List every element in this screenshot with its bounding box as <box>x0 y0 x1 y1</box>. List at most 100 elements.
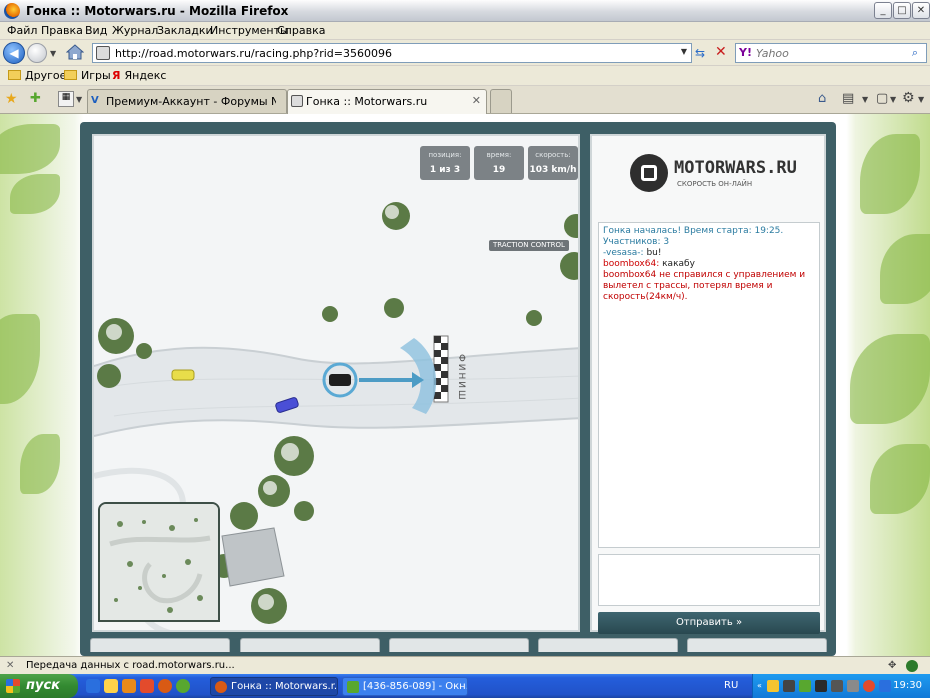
close-button[interactable]: ✕ <box>912 2 930 19</box>
bookmark-games[interactable]: Игры <box>64 69 111 82</box>
taskbar-item-window[interactable]: [436-856-089] - Окн... <box>342 677 468 696</box>
folder-icon <box>64 70 77 80</box>
tray-icq-icon[interactable] <box>799 680 811 692</box>
quicklaunch-firefox-icon[interactable] <box>158 679 172 693</box>
minimize-button[interactable]: _ <box>874 2 892 19</box>
gear-icon[interactable]: ⚙ <box>902 90 915 106</box>
menu-history[interactable]: Журнал <box>112 24 158 37</box>
race-track-canvas[interactable]: ФИНИШ позиция: 1 из 3 время: 19 скорость… <box>92 134 580 632</box>
star-icon[interactable]: ★ <box>5 91 18 107</box>
addon-icon[interactable]: ✥ <box>888 660 900 672</box>
menu-edit[interactable]: Правка <box>41 24 83 37</box>
new-tab-button[interactable] <box>490 89 512 113</box>
chat-input[interactable] <box>598 554 820 606</box>
bookmark-yandex[interactable]: Я Яндекс <box>112 69 166 82</box>
leaf-decoration <box>880 234 930 304</box>
tray-app-icon[interactable] <box>815 680 827 692</box>
yahoo-icon: Y! <box>739 46 752 59</box>
tray-app-icon[interactable] <box>863 680 875 692</box>
tab-race[interactable]: Гонка :: Motorwars.ru ✕ <box>287 89 487 114</box>
status-close-icon[interactable]: ✕ <box>6 660 14 671</box>
minimap-scene <box>100 504 218 620</box>
search-box[interactable]: Y! ⌕ <box>735 43 927 63</box>
menu-view[interactable]: Вид <box>85 24 107 37</box>
hud-speed: скорость: 103 km/h <box>528 146 578 180</box>
menu-bookmarks[interactable]: Закладки <box>157 24 213 37</box>
tray-volume-icon[interactable] <box>847 680 859 692</box>
firefox-icon <box>4 3 20 19</box>
home-icon[interactable] <box>66 44 84 60</box>
tab-grid-icon[interactable]: ▦ <box>58 91 74 107</box>
leaf-decoration <box>860 134 920 214</box>
navigation-toolbar: ◀ ▼ http://road.motorwars.ru/racing.php?… <box>0 40 930 66</box>
motorwars-logo[interactable]: MOTORWARS.RU СКОРОСТЬ ОН-ЛАЙН <box>630 154 797 194</box>
tray-app-icon[interactable] <box>783 680 795 692</box>
menu-file[interactable]: Файл <box>7 24 37 37</box>
quicklaunch-app-icon[interactable] <box>140 679 154 693</box>
folder-icon <box>8 70 21 80</box>
quicklaunch-folder-icon[interactable] <box>104 679 118 693</box>
url-dropdown-icon[interactable]: ▼ <box>681 47 687 56</box>
hud-position: позиция: 1 из 3 <box>420 146 470 180</box>
status-bar: ✕ Передача данных с road.motorwars.ru...… <box>0 656 930 674</box>
game-frame: ФИНИШ позиция: 1 из 3 время: 19 скорость… <box>80 122 836 656</box>
chat-log[interactable]: Гонка началась! Время старта: 19:25. Уча… <box>598 222 820 548</box>
menu-help[interactable]: Справка <box>277 24 325 37</box>
security-status-icon[interactable] <box>906 660 918 672</box>
back-button[interactable]: ◀ <box>3 42 25 64</box>
bottom-panel-tab[interactable] <box>90 638 230 652</box>
url-bar[interactable]: http://road.motorwars.ru/racing.php?rid=… <box>92 43 692 63</box>
print-dropdown-icon[interactable]: ▼ <box>862 95 868 104</box>
tools-dropdown-icon[interactable]: ▼ <box>918 95 924 104</box>
home-tab-icon[interactable]: ⌂ <box>818 91 826 106</box>
leaf-decoration <box>0 314 40 404</box>
tab-forum[interactable]: V Премиум-Аккаунт - Форумы Netg... <box>87 89 287 113</box>
stop-icon[interactable]: ✕ <box>715 44 727 60</box>
language-indicator[interactable]: RU <box>724 680 738 691</box>
page-content: ФИНИШ позиция: 1 из 3 время: 19 скорость… <box>0 114 930 656</box>
traction-control-badge: TRACTION CONTROL <box>489 240 569 251</box>
forward-button[interactable] <box>27 43 47 63</box>
forum-favicon: V <box>91 95 99 106</box>
page-dropdown-icon[interactable]: ▼ <box>890 95 896 104</box>
bookmark-other[interactable]: Другое <box>8 69 66 82</box>
chat-message: boombox64: какабу <box>603 259 695 269</box>
maximize-button[interactable]: □ <box>893 2 911 19</box>
puzzle-icon[interactable]: ✚ <box>30 91 41 106</box>
tray-network-icon[interactable] <box>879 680 891 692</box>
clock: 19:30 <box>893 680 922 691</box>
bottom-panel-tab[interactable] <box>389 638 529 652</box>
window-title: Гонка :: Motorwars.ru - Mozilla Firefox <box>26 4 289 18</box>
history-dropdown-icon[interactable]: ▼ <box>50 49 56 58</box>
tray-app-icon[interactable] <box>831 680 843 692</box>
tab-bar: ★ ✚ ▦ ▼ V Премиум-Аккаунт - Форумы Netg.… <box>0 86 930 114</box>
logo-mark-icon <box>630 154 668 192</box>
site-favicon <box>96 46 110 60</box>
window-app-icon <box>347 681 359 693</box>
page-icon[interactable]: ▢ <box>876 91 888 106</box>
chat-crash-message: boombox64 не справился с управлением и в… <box>603 270 806 302</box>
tray-shield-icon[interactable] <box>767 680 779 692</box>
tab-close-icon[interactable]: ✕ <box>472 94 481 107</box>
quicklaunch-ie-icon[interactable] <box>86 679 100 693</box>
start-button[interactable]: пуск <box>0 674 78 698</box>
menu-bar: Файл Правка Вид Журнал Закладки Инструме… <box>0 22 930 40</box>
reload-icon[interactable]: ⇆ <box>695 46 705 60</box>
print-icon[interactable]: ▤ <box>842 91 854 106</box>
leaf-decoration <box>870 444 930 514</box>
send-button[interactable]: Отправить » <box>598 612 820 634</box>
status-text: Передача данных с road.motorwars.ru... <box>26 660 235 671</box>
quicklaunch-app-icon[interactable] <box>122 679 136 693</box>
quicklaunch-icq-icon[interactable] <box>176 679 190 693</box>
taskbar-item-firefox[interactable]: Гонка :: Motorwars.r... <box>210 677 338 696</box>
bottom-panel-tab[interactable] <box>240 638 380 652</box>
tab-list-dropdown-icon[interactable]: ▼ <box>76 95 82 104</box>
chat-panel: MOTORWARS.RU СКОРОСТЬ ОН-ЛАЙН Гонка нача… <box>590 134 826 634</box>
search-input[interactable] <box>756 46 896 60</box>
windows-logo-icon <box>6 679 20 693</box>
tray-expand-icon[interactable]: « <box>757 681 762 690</box>
search-icon[interactable]: ⌕ <box>912 46 918 60</box>
bottom-panel-tab[interactable] <box>538 638 678 652</box>
leaf-decoration <box>20 434 60 494</box>
bottom-panel-tab[interactable] <box>687 638 827 652</box>
